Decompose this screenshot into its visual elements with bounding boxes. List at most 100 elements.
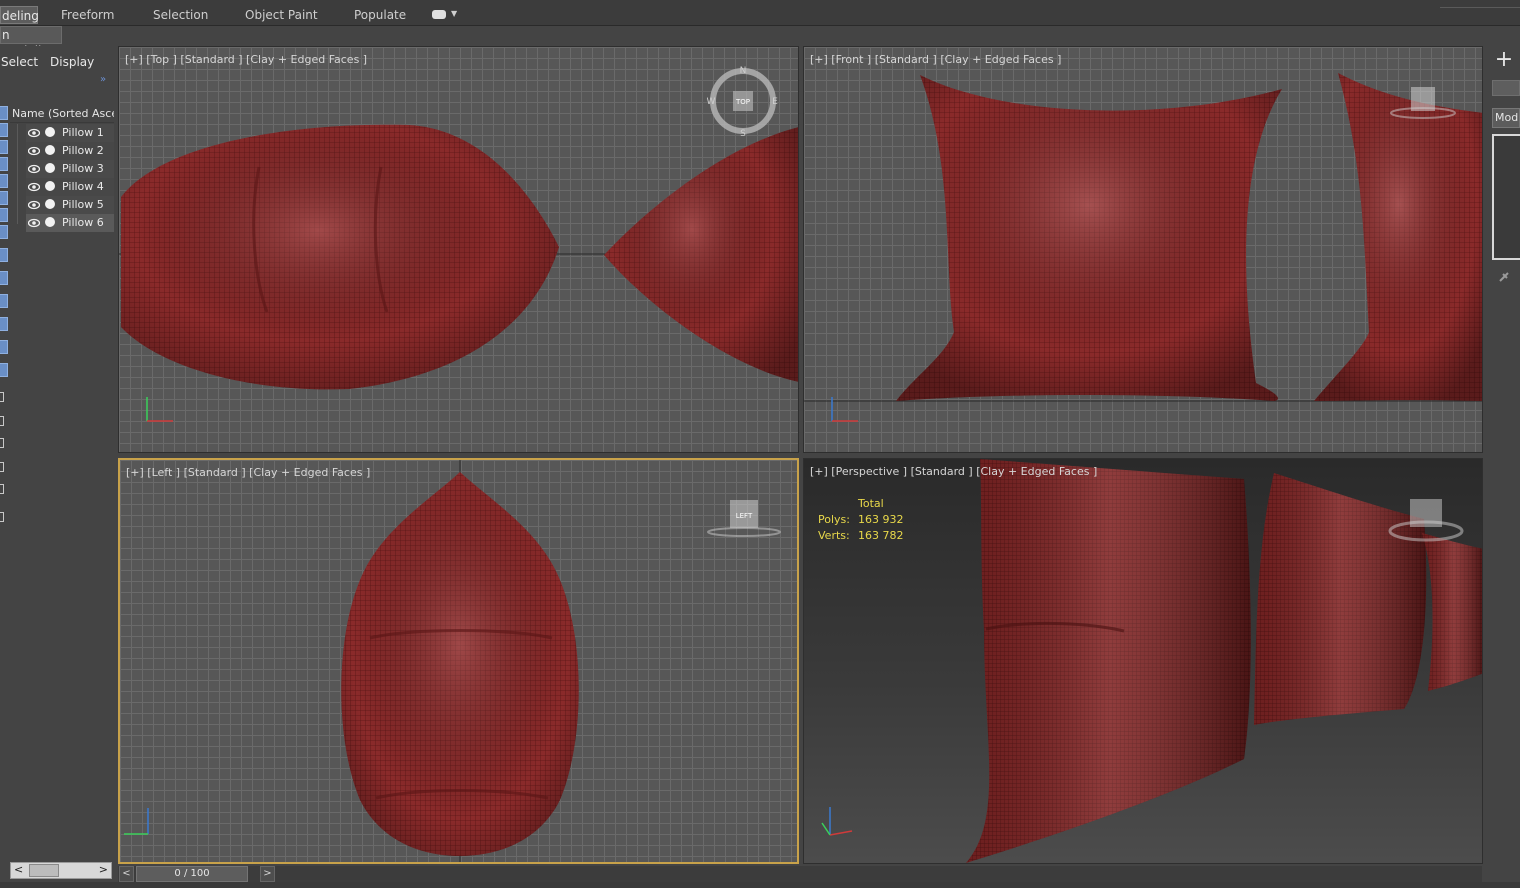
filter-spacewarps-icon[interactable]	[0, 191, 8, 205]
list-item[interactable]: Pillow 2	[26, 142, 114, 160]
filter-all-icon[interactable]	[0, 340, 8, 354]
pin-icon[interactable]	[1497, 270, 1511, 284]
tab-populate[interactable]: Populate	[354, 6, 406, 24]
viewport-left-label[interactable]: [+] [Left ] [Standard ] [Clay + Edged Fa…	[126, 466, 370, 479]
filter-containers-icon[interactable]	[0, 271, 8, 285]
eye-icon[interactable]	[28, 217, 40, 229]
viewcube-face-label: TOP	[735, 98, 750, 106]
toggle-icon[interactable]	[0, 512, 4, 522]
time-slider-next-button[interactable]: >	[260, 866, 275, 882]
pillow-mesh-left	[341, 460, 579, 862]
viewport-front-label[interactable]: [+] [Front ] [Standard ] [Clay + Edged F…	[810, 53, 1061, 66]
pillow-mesh-top	[119, 124, 798, 390]
axis-tripod-icon	[124, 808, 149, 835]
scene-explorer-menu: Select Display	[0, 55, 116, 71]
tab-selection[interactable]: Selection	[153, 6, 208, 24]
toggle-icon[interactable]	[0, 416, 4, 426]
eye-icon[interactable]	[28, 199, 40, 211]
stats-polys-value: 163 932	[858, 513, 904, 526]
modifier-list-dropdown[interactable]: Modifier List	[1492, 108, 1520, 128]
track-bar[interactable]	[0, 882, 1520, 888]
time-slider[interactable]: < 0 / 100 >	[118, 866, 1482, 882]
ribbon-minimize-pill	[432, 10, 446, 19]
viewport-perspective-label[interactable]: [+] [Perspective ] [Standard ] [Clay + E…	[810, 465, 1097, 478]
filter-groups-icon[interactable]	[0, 208, 8, 222]
freeze-icon[interactable]	[45, 199, 55, 209]
toggle-icon[interactable]	[0, 392, 4, 402]
ribbon-minimize-icon[interactable]: ▼	[432, 9, 458, 21]
toggle-icon[interactable]	[0, 484, 4, 494]
scroll-left-icon[interactable]: <	[14, 863, 23, 876]
object-name: Pillow 6	[62, 216, 104, 229]
freeze-icon[interactable]	[45, 145, 55, 155]
name-column-header[interactable]: Name (Sorted Ascending)	[10, 105, 114, 123]
plus-icon[interactable]: +	[1491, 48, 1517, 74]
viewport-perspective[interactable]: [+] [Perspective ] [Standard ] [Clay + E…	[803, 458, 1483, 864]
explorer-filter-toolbar	[0, 106, 10, 526]
stats-verts-value: 163 782	[858, 529, 904, 542]
toggle-icon[interactable]	[0, 462, 4, 472]
axis-tripod-icon	[146, 397, 173, 422]
filter-hidden-icon[interactable]	[0, 317, 8, 331]
modifier-stack[interactable]	[1492, 134, 1520, 260]
list-item[interactable]: Pillow 5	[26, 196, 114, 214]
viewport-top[interactable]: [+] [Top ] [Standard ] [Clay + Edged Fac…	[118, 46, 799, 453]
eye-icon[interactable]	[28, 127, 40, 139]
filter-none-icon[interactable]	[0, 363, 8, 377]
freeze-icon[interactable]	[45, 181, 55, 191]
stats-polys-label: Polys:	[818, 513, 850, 526]
viewcube-compass-icon[interactable]: N E S W TOP	[707, 65, 779, 137]
object-name: Pillow 5	[62, 198, 104, 211]
compass-north-label: N	[740, 66, 747, 76]
object-name-field[interactable]	[1492, 80, 1520, 96]
command-panel: + Modifier List	[1487, 46, 1520, 888]
list-item[interactable]: Pillow 1	[26, 124, 114, 142]
tab-modeling[interactable]: deling	[0, 6, 39, 24]
tab-object-paint[interactable]: Object Paint	[245, 6, 318, 24]
object-name: Pillow 1	[62, 126, 104, 139]
filter-helpers-icon[interactable]	[0, 174, 8, 188]
eye-icon[interactable]	[28, 145, 40, 157]
freeze-icon[interactable]	[45, 217, 55, 227]
viewport-left[interactable]: [+] [Left ] [Standard ] [Clay + Edged Fa…	[118, 458, 799, 864]
compass-east-label: E	[772, 97, 778, 107]
toggle-icon[interactable]	[0, 438, 4, 448]
pillow-mesh-perspective	[966, 459, 1482, 863]
scroll-thumb[interactable]	[29, 864, 59, 877]
scene-explorer: Select Display » Name (Sorted Ascending)…	[0, 46, 116, 888]
explorer-horizontal-scrollbar[interactable]: < >	[10, 862, 112, 879]
filter-cameras-icon[interactable]	[0, 157, 8, 171]
list-item[interactable]: Pillow 4	[26, 178, 114, 196]
object-name: Pillow 4	[62, 180, 104, 193]
tab-freeform[interactable]: Freeform	[61, 6, 114, 24]
filter-frozen-icon[interactable]	[0, 294, 8, 308]
filter-xrefs-icon[interactable]	[0, 225, 8, 239]
viewport-top-label[interactable]: [+] [Top ] [Standard ] [Clay + Edged Fac…	[125, 53, 367, 66]
time-slider-prev-button[interactable]: <	[119, 866, 134, 882]
filter-bones-icon[interactable]	[0, 248, 8, 262]
viewcube-icon[interactable]	[1386, 493, 1466, 545]
axis-tripod-icon	[821, 807, 853, 836]
viewcube-icon[interactable]: LEFT	[706, 496, 782, 540]
poly-modeling-panel-label[interactable]: n Modeling	[0, 26, 62, 58]
freeze-icon[interactable]	[45, 127, 55, 137]
tree-line	[17, 124, 18, 224]
viewcube-icon[interactable]	[1388, 83, 1458, 123]
compass-south-label: S	[740, 129, 746, 137]
filter-lights-icon[interactable]	[0, 140, 8, 154]
scroll-right-icon[interactable]: >	[99, 863, 108, 876]
eye-icon[interactable]	[28, 181, 40, 193]
list-item[interactable]: Pillow 6	[26, 214, 114, 232]
stats-verts-label: Verts:	[818, 529, 850, 542]
time-slider-thumb[interactable]: 0 / 100	[136, 866, 248, 882]
filter-shapes-icon[interactable]	[0, 123, 8, 137]
list-item[interactable]: Pillow 3	[26, 160, 114, 178]
freeze-icon[interactable]	[45, 163, 55, 173]
viewport-front[interactable]: [+] [Front ] [Standard ] [Clay + Edged F…	[803, 46, 1483, 453]
menu-display[interactable]: Display	[50, 55, 94, 69]
eye-icon[interactable]	[28, 163, 40, 175]
object-name: Pillow 3	[62, 162, 104, 175]
menu-select[interactable]: Select	[1, 55, 38, 69]
chevron-double-right-icon[interactable]: »	[100, 74, 106, 85]
filter-geometry-icon[interactable]	[0, 106, 8, 120]
